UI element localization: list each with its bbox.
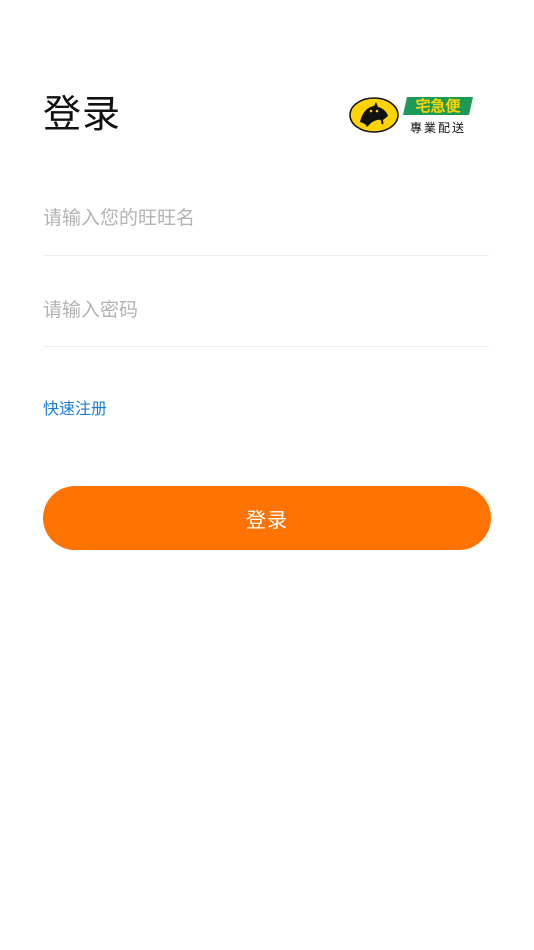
brand-badge: 宅急便 專業配送 [403, 97, 473, 135]
brand-secondary-text: 專業配送 [410, 120, 466, 135]
page-title: 登录 [43, 92, 122, 136]
brand-logo: 宅急便 專業配送 [349, 97, 473, 135]
username-field[interactable] [43, 196, 489, 256]
brand-primary-text: 宅急便 [415, 97, 461, 115]
password-input[interactable] [43, 288, 489, 332]
cat-logo-icon [349, 97, 399, 133]
login-button[interactable]: 登录 [43, 486, 491, 550]
username-input[interactable] [43, 196, 489, 240]
password-field[interactable] [43, 288, 489, 347]
quick-register-link[interactable]: 快速注册 [43, 397, 107, 421]
